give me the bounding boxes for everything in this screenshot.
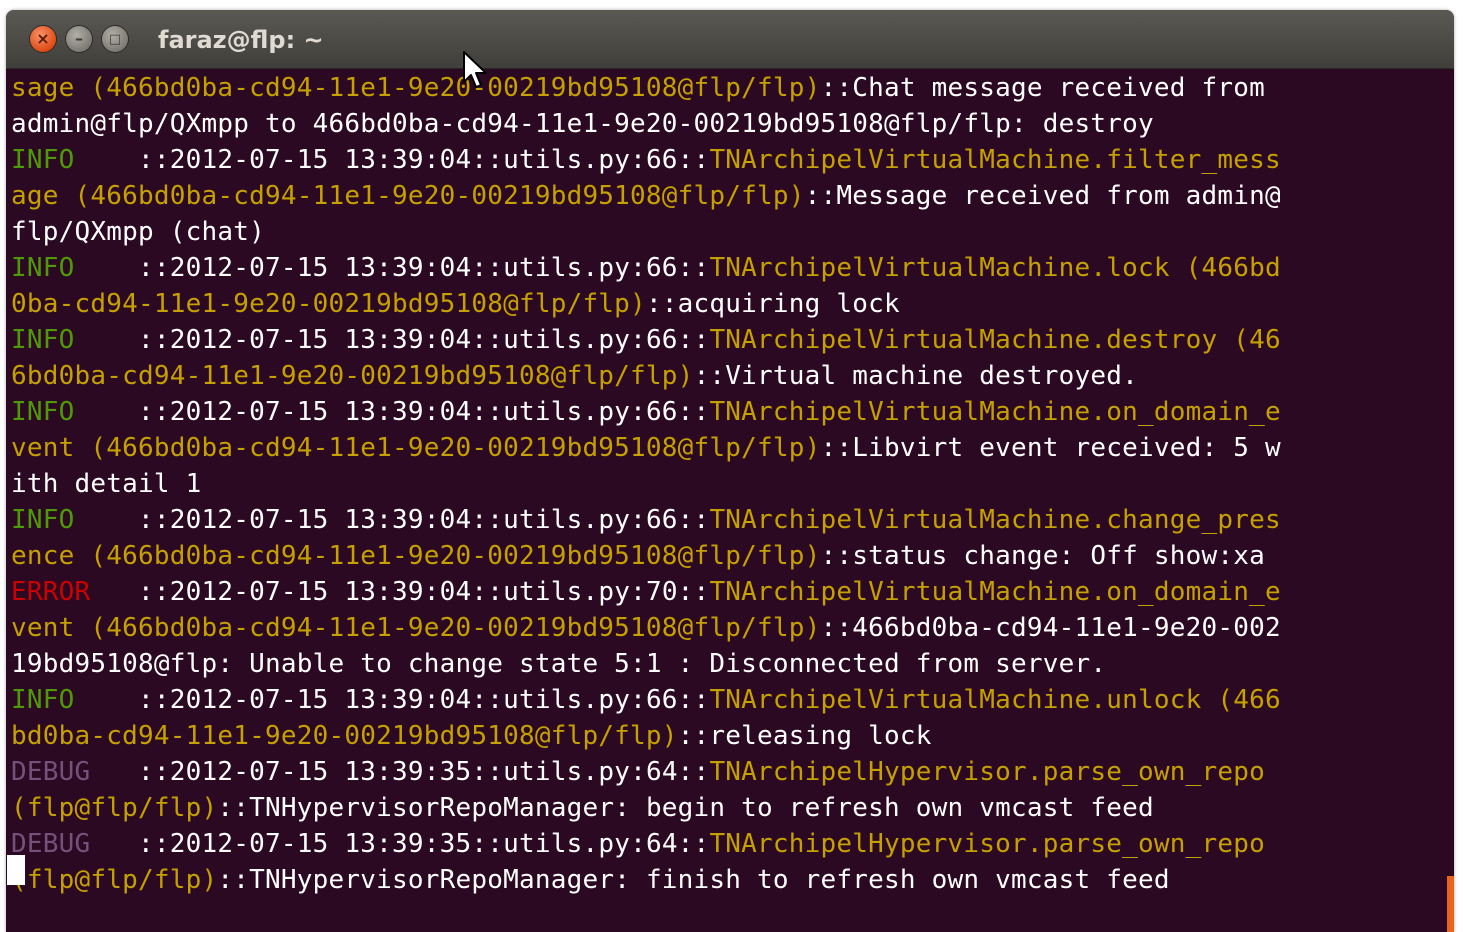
log-level-label: INFO — [11, 397, 75, 427]
log-text: ::TNHypervisorRepoManager: finish to ref… — [217, 865, 1170, 895]
terminal-cursor — [7, 855, 25, 885]
terminal-line: sage (466bd0ba-cd94-11e1-9e20-00219bd951… — [11, 70, 1447, 106]
log-text: ::releasing lock — [677, 721, 932, 751]
log-text: ::2012-07-15 13:39:35::utils.py:64:: — [90, 829, 710, 859]
log-source-text: bd0ba-cd94-11e1-9e20-00219bd95108@flp/fl… — [11, 721, 678, 751]
log-level-label: INFO — [11, 253, 75, 283]
log-source-text: age (466bd0ba-cd94-11e1-9e20-00219bd9510… — [11, 181, 805, 211]
log-text: ith detail 1 — [11, 469, 202, 499]
terminal-line: (flp@flp/flp)::TNHypervisorRepoManager: … — [11, 862, 1447, 898]
scrollbar-thumb[interactable] — [1447, 876, 1454, 932]
log-text: ::Virtual machine destroyed. — [693, 361, 1139, 391]
terminal-line: vent (466bd0ba-cd94-11e1-9e20-00219bd951… — [11, 430, 1447, 466]
log-source-text: TNArchipelVirtualMachine.lock (466bd — [709, 253, 1281, 283]
log-source-text: TNArchipelHypervisor.parse_own_repo — [709, 757, 1266, 787]
log-text: ::Message received from admin@ — [804, 181, 1281, 211]
log-level-label: INFO — [11, 505, 75, 535]
terminal-line: INFO ::2012-07-15 13:39:04::utils.py:66:… — [11, 322, 1447, 358]
terminal-line: INFO ::2012-07-15 13:39:04::utils.py:66:… — [11, 682, 1447, 718]
title-bar[interactable]: × – □ faraz@flp: ~ — [6, 10, 1454, 69]
terminal-line: 0ba-cd94-11e1-9e20-00219bd95108@flp/flp)… — [11, 286, 1447, 322]
log-text: ::2012-07-15 13:39:04::utils.py:66:: — [74, 397, 710, 427]
terminal-line: flp/QXmpp (chat) — [11, 214, 1447, 250]
log-source-text: 6bd0ba-cd94-11e1-9e20-00219bd95108@flp/f… — [11, 361, 694, 391]
minimize-icon: – — [75, 29, 83, 48]
log-text: ::Libvirt event received: 5 w — [820, 433, 1281, 463]
log-source-text: TNArchipelVirtualMachine.on_domain_e — [709, 397, 1281, 427]
terminal-line: (flp@flp/flp)::TNHypervisorRepoManager: … — [11, 790, 1447, 826]
log-text: ::2012-07-15 13:39:04::utils.py:70:: — [90, 577, 710, 607]
terminal-line: ence (466bd0ba-cd94-11e1-9e20-00219bd951… — [11, 538, 1447, 574]
log-text: flp/QXmpp (chat) — [11, 217, 265, 247]
log-source-text: (flp@flp/flp) — [11, 865, 218, 895]
log-source-text: ence (466bd0ba-cd94-11e1-9e20-00219bd951… — [11, 541, 821, 571]
log-source-text: 0ba-cd94-11e1-9e20-00219bd95108@flp/flp) — [11, 289, 646, 319]
terminal-line: INFO ::2012-07-15 13:39:04::utils.py:66:… — [11, 250, 1447, 286]
log-text: ::TNHypervisorRepoManager: begin to refr… — [217, 793, 1154, 823]
maximize-icon: □ — [108, 31, 122, 47]
log-text: ::2012-07-15 13:39:04::utils.py:66:: — [74, 505, 710, 535]
terminal-line: 19bd95108@flp: Unable to change state 5:… — [11, 646, 1447, 682]
close-icon: × — [36, 29, 50, 48]
terminal-line: INFO ::2012-07-15 13:39:04::utils.py:66:… — [11, 142, 1447, 178]
terminal-line: age (466bd0ba-cd94-11e1-9e20-00219bd9510… — [11, 178, 1447, 214]
log-source-text: TNArchipelVirtualMachine.change_pres — [709, 505, 1281, 535]
log-source-text: TNArchipelVirtualMachine.filter_mess — [709, 145, 1281, 175]
log-source-text: TNArchipelVirtualMachine.unlock (466 — [709, 685, 1281, 715]
log-source-text: vent (466bd0ba-cd94-11e1-9e20-00219bd951… — [11, 433, 821, 463]
log-text: ::2012-07-15 13:39:04::utils.py:66:: — [74, 145, 710, 175]
terminal-line: INFO ::2012-07-15 13:39:04::utils.py:66:… — [11, 394, 1447, 430]
terminal-window: × – □ faraz@flp: ~ sage (466bd0ba-cd94-1… — [6, 10, 1454, 932]
maximize-button[interactable]: □ — [102, 26, 128, 52]
terminal-line: 6bd0ba-cd94-11e1-9e20-00219bd95108@flp/f… — [11, 358, 1447, 394]
log-text: ::Chat message received from — [820, 73, 1265, 103]
log-text: ::2012-07-15 13:39:04::utils.py:66:: — [74, 325, 710, 355]
terminal-line: DEBUG ::2012-07-15 13:39:35::utils.py:64… — [11, 754, 1447, 790]
terminal-line: DEBUG ::2012-07-15 13:39:35::utils.py:64… — [11, 826, 1447, 862]
log-source-text: TNArchipelVirtualMachine.on_domain_e — [709, 577, 1281, 607]
log-text: ::2012-07-15 13:39:35::utils.py:64:: — [90, 757, 710, 787]
log-text: ::acquiring lock — [645, 289, 900, 319]
log-source-text: sage (466bd0ba-cd94-11e1-9e20-00219bd951… — [11, 73, 821, 103]
terminal-line: vent (466bd0ba-cd94-11e1-9e20-00219bd951… — [11, 610, 1447, 646]
mouse-pointer-icon — [463, 51, 487, 88]
terminal-output[interactable]: sage (466bd0ba-cd94-11e1-9e20-00219bd951… — [11, 70, 1447, 932]
log-text: ::2012-07-15 13:39:04::utils.py:66:: — [74, 685, 710, 715]
log-level-label: ERROR — [11, 577, 91, 607]
terminal-line: INFO ::2012-07-15 13:39:04::utils.py:66:… — [11, 502, 1447, 538]
terminal-line: ith detail 1 — [11, 466, 1447, 502]
log-text: admin@flp/QXmpp to 466bd0ba-cd94-11e1-9e… — [11, 109, 1154, 139]
log-source-text: TNArchipelVirtualMachine.destroy (46 — [709, 325, 1281, 355]
log-source-text: TNArchipelHypervisor.parse_own_repo — [709, 829, 1266, 859]
log-text: ::2012-07-15 13:39:04::utils.py:66:: — [74, 253, 710, 283]
log-level-label: INFO — [11, 145, 75, 175]
log-source-text: (flp@flp/flp) — [11, 793, 218, 823]
terminal-line: bd0ba-cd94-11e1-9e20-00219bd95108@flp/fl… — [11, 718, 1447, 754]
window-title: faraz@flp: ~ — [158, 26, 324, 54]
log-text: ::466bd0ba-cd94-11e1-9e20-002 — [820, 613, 1281, 643]
log-level-label: INFO — [11, 325, 75, 355]
minimize-button[interactable]: – — [66, 26, 92, 52]
terminal-line: admin@flp/QXmpp to 466bd0ba-cd94-11e1-9e… — [11, 106, 1447, 142]
log-text: 19bd95108@flp: Unable to change state 5:… — [11, 649, 1107, 679]
log-level-label: INFO — [11, 685, 75, 715]
terminal-line: ERROR ::2012-07-15 13:39:04::utils.py:70… — [11, 574, 1447, 610]
log-level-label: DEBUG — [11, 757, 91, 787]
log-source-text: vent (466bd0ba-cd94-11e1-9e20-00219bd951… — [11, 613, 821, 643]
log-text: ::status change: Off show:xa — [820, 541, 1265, 571]
close-button[interactable]: × — [30, 26, 56, 52]
